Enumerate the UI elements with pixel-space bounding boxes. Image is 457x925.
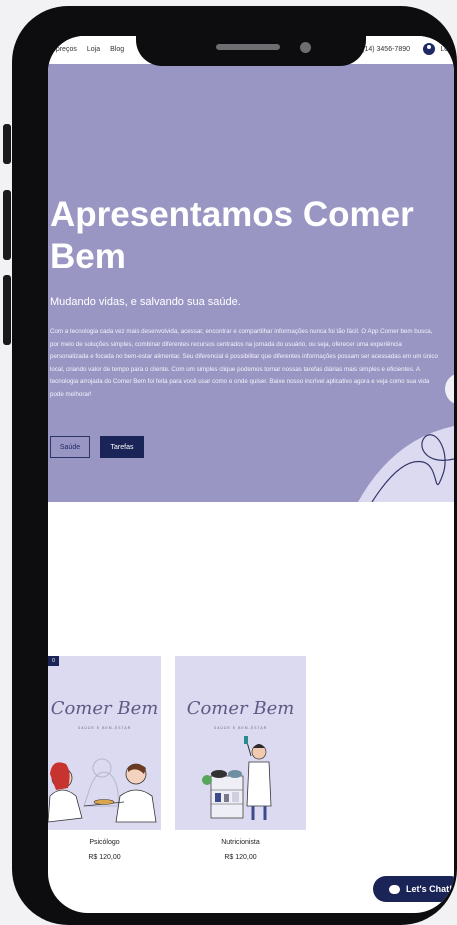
nav-item-precos[interactable]: e preços xyxy=(50,46,77,53)
product-price: R$ 120,00 xyxy=(224,854,257,861)
hero-description: Com a tecnologia cada vez mais desenvolv… xyxy=(50,328,438,398)
nav-item-loja[interactable]: Loja xyxy=(87,46,100,53)
contact-phone: (14) 3456-7890 xyxy=(362,46,410,53)
product-price: R$ 120,00 xyxy=(88,854,121,861)
phone-screen: e preços Loja Blog (14) 3456-7890 Log Ap… xyxy=(48,36,454,913)
product-name[interactable]: Psicólogo xyxy=(48,839,161,846)
chat-label: Let's Chat! xyxy=(406,884,453,894)
phone-frame: e preços Loja Blog (14) 3456-7890 Log Ap… xyxy=(12,6,457,925)
nav-item-blog[interactable]: Blog xyxy=(110,46,124,53)
account-icon xyxy=(423,43,436,55)
saude-button[interactable]: Saúde xyxy=(50,436,90,458)
side-button-mute xyxy=(3,124,11,164)
chat-bubble-icon xyxy=(389,884,400,894)
nutritionist-illustration xyxy=(202,736,272,820)
psychologist-illustration xyxy=(48,758,157,823)
hero-section: Apresentamos Comer Bem Mudando vidas, e … xyxy=(48,64,454,502)
site-nav: e preços Loja Blog xyxy=(50,46,124,53)
login-link[interactable]: Log xyxy=(423,43,452,55)
tarefas-button[interactable]: Tarefas xyxy=(100,436,144,458)
side-button-volume-down xyxy=(3,275,11,345)
product-card-nutricionista[interactable]: Comer Bem SAÚDE E BEM-ESTAR xyxy=(175,656,306,830)
login-label: Log xyxy=(440,45,452,53)
hero-subtitle: Mudando vidas, e salvando sua saúde. xyxy=(50,296,241,308)
phone-notch xyxy=(136,12,366,66)
product-card-psicologo[interactable]: 0 Comer Bem SAÚDE E BEM-ESTAR xyxy=(48,656,161,830)
hero-title: Apresentamos Comer Bem xyxy=(50,195,414,276)
product-name[interactable]: Nutricionista xyxy=(175,839,306,846)
front-camera xyxy=(300,42,311,53)
side-button-volume-up xyxy=(3,190,11,260)
speaker-grille xyxy=(216,44,280,50)
lets-chat-button[interactable]: Let's Chat! xyxy=(373,876,454,902)
